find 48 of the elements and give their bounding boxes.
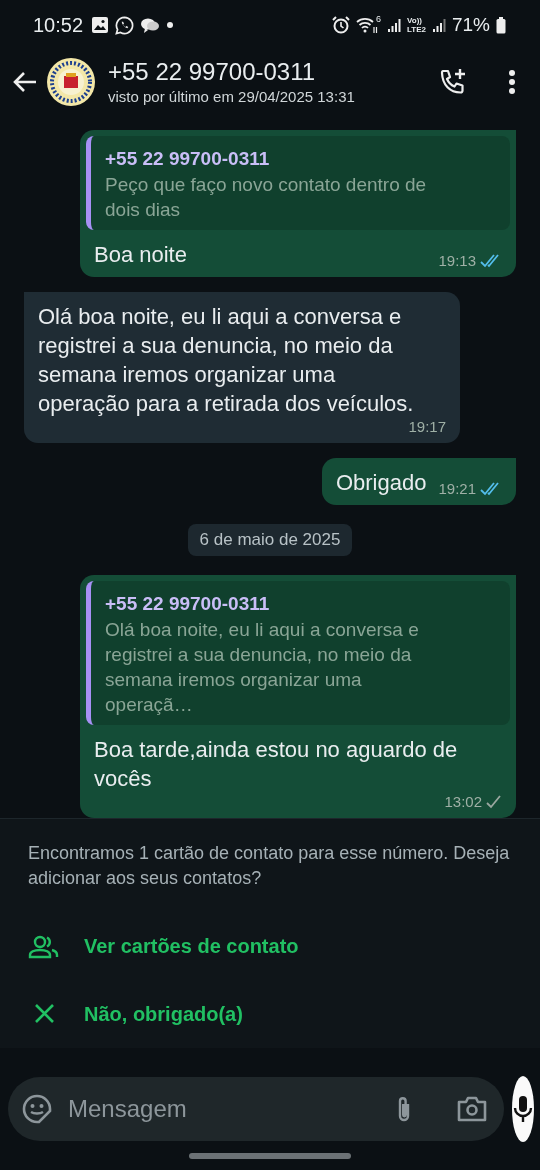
chat-icon — [140, 16, 161, 34]
network-label: LTE2 — [407, 25, 426, 34]
wifi-icon — [356, 16, 378, 34]
message-time: 13:02 — [444, 793, 482, 810]
contact-name[interactable]: +55 22 99700-0311 — [108, 57, 432, 87]
more-options-icon[interactable] — [508, 69, 516, 95]
message-text: Boa tarde,ainda estou no aguardo de vocês — [94, 736, 459, 793]
contact-action-button[interactable]: Não, obrigado(a) — [28, 980, 512, 1048]
clock-time: 10:52 — [33, 13, 84, 37]
quote-text: Olá boa noite, eu li aqui a conversa e registrei a sua denuncia, no meio da semana iremos organizar uma operaçã… — [105, 618, 420, 717]
message-text: Obrigado — [335, 469, 427, 497]
microphone-icon — [512, 1095, 534, 1123]
alarm-icon — [332, 16, 350, 34]
message-bubble[interactable]: +55 22 99700-0311 Peço que faço novo contato dentro de dois dias Boa noite 19:13 — [80, 130, 516, 277]
quote-text: Peço que faço novo contato dentro de dois dias — [105, 173, 428, 222]
message-text: Olá boa noite, eu li aqui a conversa e registrei a sua denuncia, no meio da semana iremos organizar uma operação para a retirada dos veículos. — [38, 303, 415, 418]
battery-icon — [496, 16, 506, 34]
contact-card-prompt: Encontramos 1 cartão de contato para esse número. Deseja adicionar aos seus contatos? — [28, 842, 511, 890]
message-time: 19:13 — [438, 252, 476, 269]
wifi-label: 6 — [376, 14, 381, 24]
quote-author: +55 22 99700-0311 — [105, 592, 271, 616]
signal-icon — [387, 17, 401, 33]
message-input[interactable]: Mensagem — [66, 1094, 380, 1124]
message-time: 19:21 — [438, 480, 476, 497]
contact-action-button[interactable]: Ver cartões de contato — [28, 913, 512, 981]
quoted-message[interactable]: +55 22 99700-0311 Olá boa noite, eu li aqui a conversa e registrei a sua denuncia, no meio da semana iremos organizar uma operaçã… — [86, 581, 510, 725]
gallery-icon — [91, 16, 110, 34]
network-label: Vo)) — [407, 16, 423, 25]
message-field[interactable]: Mensagem — [8, 1077, 504, 1141]
back-arrow-icon[interactable] — [12, 71, 38, 93]
avatar-badge[interactable] — [46, 57, 96, 107]
message-bubble[interactable]: +55 22 99700-0311 Olá boa noite, eu li aqui a conversa e registrei a sua denuncia, no meio da semana iremos organizar uma operaçã… Boa tarde,ainda estou no aguardo de vocês 13:02 — [80, 575, 516, 818]
sticker-icon — [22, 1094, 52, 1124]
message-text: Boa noite — [94, 241, 187, 269]
add-call-icon[interactable] — [438, 67, 468, 97]
quote-author: +55 22 99700-0311 — [105, 147, 271, 171]
message-bubble[interactable]: Obrigado 19:21 — [321, 458, 516, 505]
signal-icon — [431, 17, 446, 33]
dot-icon — [166, 21, 175, 29]
message-time: 19:17 — [408, 418, 446, 435]
people-icon — [28, 934, 60, 959]
message-bubble[interactable]: Olá boa noite, eu li aqui a conversa e registrei a sua denuncia, no meio da semana iremos organizar uma operação para a retirada dos veículos. 19:17 — [24, 292, 460, 443]
battery-percent: 71% — [451, 14, 490, 36]
camera-icon[interactable] — [456, 1095, 488, 1123]
last-seen: visto por último em 29/04/2025 13:31 — [108, 87, 356, 107]
date-chip: 6 de maio de 2025 — [187, 524, 353, 556]
quoted-message[interactable]: +55 22 99700-0311 Peço que faço novo contato dentro de dois dias — [86, 136, 510, 230]
phone-bubble-icon — [115, 15, 135, 35]
